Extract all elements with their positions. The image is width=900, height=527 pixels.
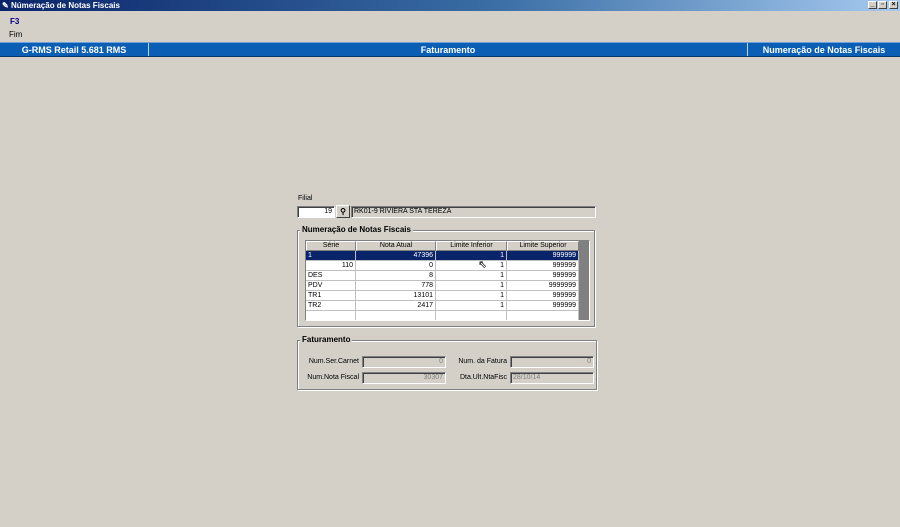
cell-limite-inferior — [436, 311, 507, 320]
table-row[interactable]: 1 47396 1 999999 — [306, 251, 579, 261]
filial-name-field: RK01-9 RIVIERA STA TEREZA — [351, 206, 596, 218]
cell-limite-inferior: 1 — [436, 281, 507, 291]
cell-limite-superior — [507, 311, 579, 320]
cell-nota-atual — [356, 311, 436, 320]
cell-serie: 1 — [306, 251, 356, 261]
mouse-cursor-icon: ⇖ — [478, 259, 488, 271]
cell-nota-atual: 2417 — [356, 301, 436, 311]
filial-code-input[interactable]: 19 — [297, 206, 335, 218]
screen-name: Numeração de Notas Fiscais — [762, 45, 886, 55]
title-bar: ✎ Númeração de Notas Fiscais _ ▫ × — [0, 0, 900, 11]
cell-limite-inferior: 1 — [436, 261, 507, 271]
f3-key-label[interactable]: F3 — [10, 17, 19, 26]
cell-serie — [306, 311, 356, 320]
dta-ult-ntafisc-label: Dta.Ult.NtaFisc — [459, 374, 507, 381]
cell-serie: 110 — [306, 261, 356, 271]
table-row[interactable]: TR1 13101 1 999999 — [306, 291, 579, 301]
num-ser-carnet-field[interactable]: 0 — [362, 356, 446, 368]
fim-button[interactable]: Fim — [9, 30, 22, 39]
column-header-limite-inferior[interactable]: Limite Inferior — [436, 241, 507, 251]
cell-serie: DES — [306, 271, 356, 281]
cell-limite-superior: 999999 — [507, 301, 579, 311]
close-button[interactable]: × — [889, 1, 898, 9]
app-version: G-RMS Retail 5.681 RMS — [21, 45, 127, 55]
cell-limite-superior: 999999 — [507, 261, 579, 271]
window-title: Númeração de Notas Fiscais — [11, 1, 120, 10]
cell-nota-atual: 13101 — [356, 291, 436, 301]
cell-nota-atual: 0 — [356, 261, 436, 271]
table-row[interactable]: TR2 2417 1 999999 — [306, 301, 579, 311]
num-ser-carnet-label: Num.Ser.Carnet — [308, 358, 359, 365]
cell-serie: TR1 — [306, 291, 356, 301]
num-nota-fiscal-field[interactable]: 30307 — [362, 372, 446, 384]
minimize-button[interactable]: _ — [868, 1, 877, 9]
module-name: Faturamento — [420, 45, 476, 55]
numeracao-group-title: Numeração de Notas Fiscais — [300, 225, 413, 234]
app-icon: ✎ — [2, 1, 9, 10]
cell-nota-atual: 778 — [356, 281, 436, 291]
num-fatura-field[interactable]: 0 — [510, 356, 594, 368]
cell-limite-superior: 9999999 — [507, 281, 579, 291]
restore-button[interactable]: ▫ — [878, 1, 887, 9]
num-nota-fiscal-label: Num.Nota Fiscal — [307, 374, 359, 381]
table-header: Série Nota Atual Limite Inferior Limite … — [306, 241, 579, 251]
cell-limite-inferior: 1 — [436, 271, 507, 281]
cell-limite-inferior: 1 — [436, 291, 507, 301]
table-row[interactable]: DES 8 1 999999 — [306, 271, 579, 281]
numeracao-table[interactable]: Série Nota Atual Limite Inferior Limite … — [305, 240, 590, 321]
dta-ult-ntafisc-field[interactable]: 28/10/14 — [510, 372, 594, 384]
cell-nota-atual: 47396 — [356, 251, 436, 261]
cell-limite-superior: 999999 — [507, 291, 579, 301]
cell-nota-atual: 8 — [356, 271, 436, 281]
cell-serie: TR2 — [306, 301, 356, 311]
cell-limite-superior: 999999 — [507, 271, 579, 281]
binoculars-icon[interactable]: ⚲ — [336, 205, 350, 218]
column-header-nota-atual[interactable]: Nota Atual — [356, 241, 436, 251]
faturamento-group-title: Faturamento — [300, 335, 353, 344]
toolbar — [0, 11, 900, 42]
table-row[interactable]: PDV 778 1 9999999 — [306, 281, 579, 291]
table-row[interactable]: 110 0 1 999999 — [306, 261, 579, 271]
cell-serie: PDV — [306, 281, 356, 291]
cell-limite-inferior: 1 — [436, 301, 507, 311]
table-row-empty[interactable] — [306, 311, 579, 320]
vertical-scrollbar[interactable] — [579, 241, 589, 320]
num-fatura-label: Num. da Fatura — [458, 358, 507, 365]
cell-limite-inferior: 1 — [436, 251, 507, 261]
header-band: G-RMS Retail 5.681 RMS Faturamento Numer… — [0, 42, 900, 57]
cell-limite-superior: 999999 — [507, 251, 579, 261]
column-header-serie[interactable]: Série — [306, 241, 356, 251]
column-header-limite-superior[interactable]: Limite Superior — [507, 241, 579, 251]
filial-label: Filial — [298, 195, 313, 202]
